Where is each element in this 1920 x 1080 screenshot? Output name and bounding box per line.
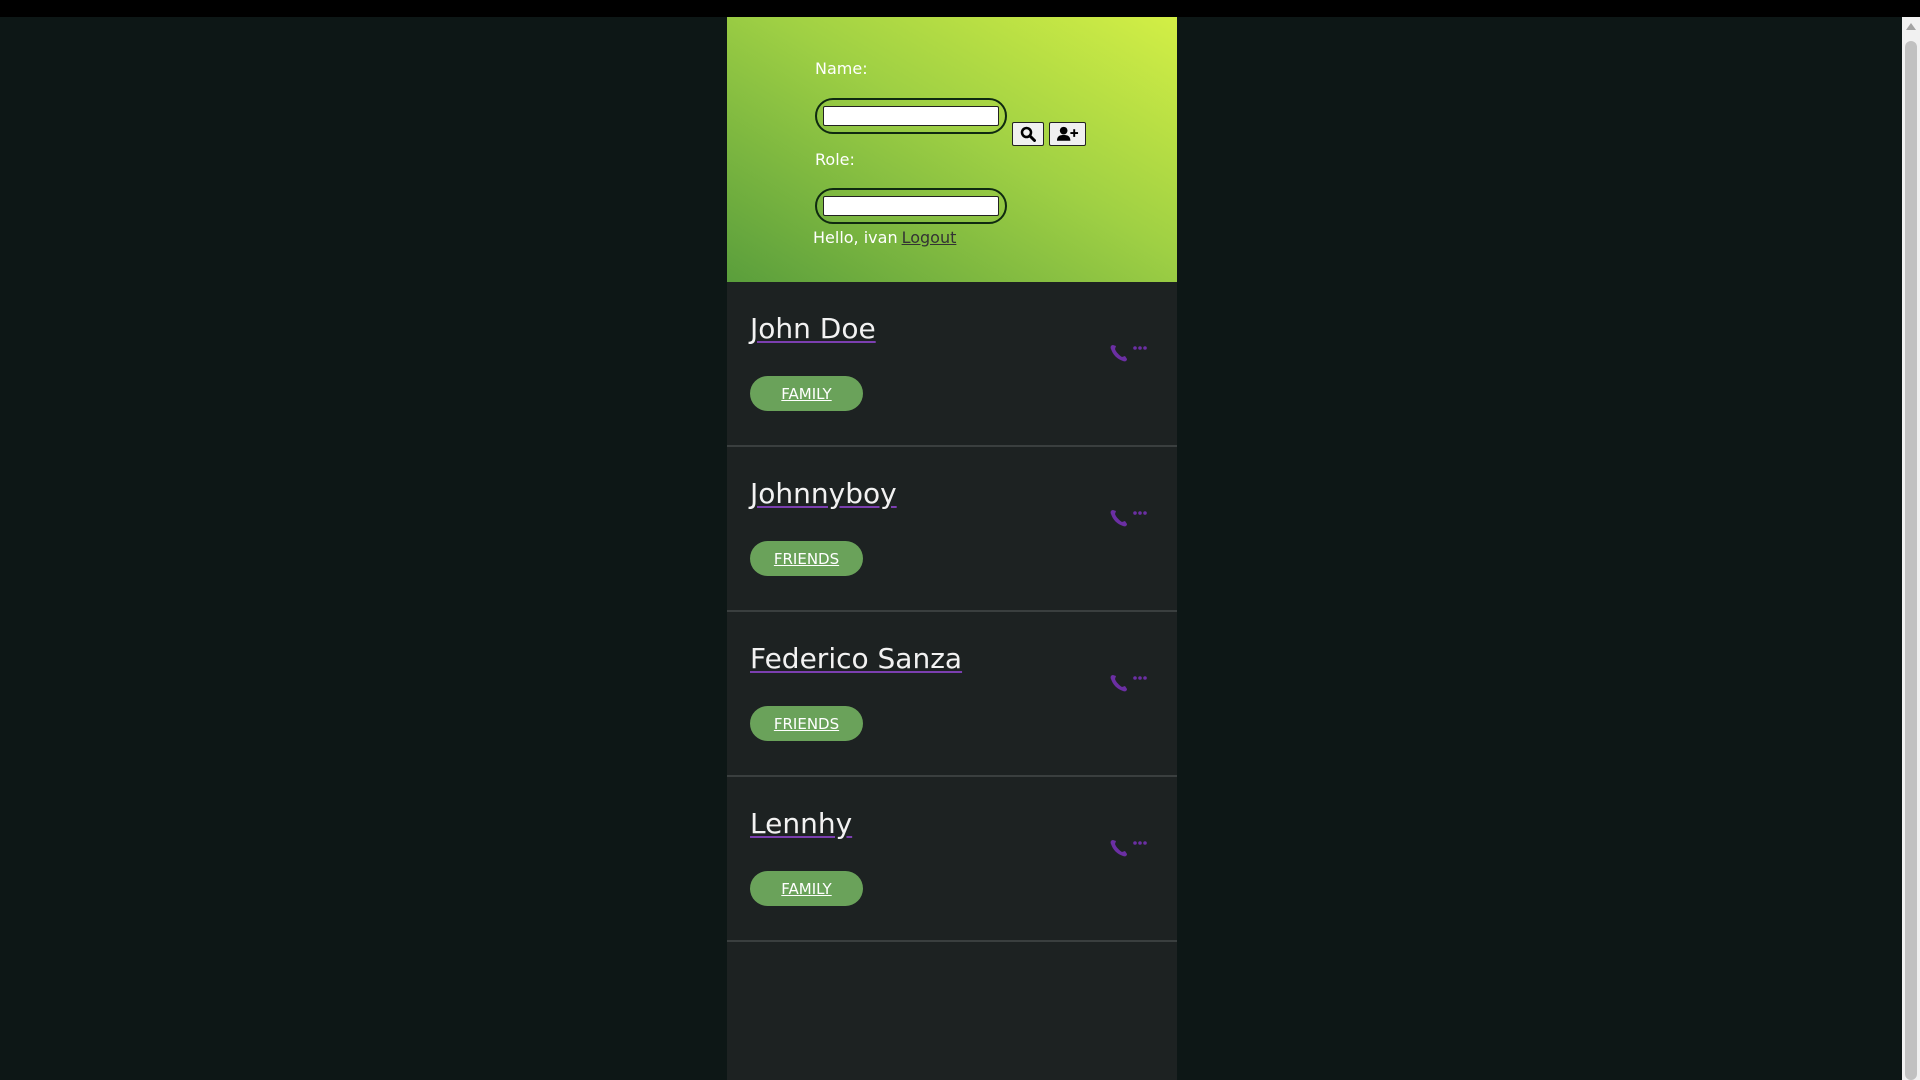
contact-tag[interactable]: FAMILY xyxy=(750,871,863,906)
scrollbar-thumb[interactable] xyxy=(1905,41,1917,1080)
page-scrollbar[interactable] xyxy=(1902,17,1920,1080)
contact-card: Federico Sanza FRIENDS xyxy=(727,612,1177,777)
phone-icon[interactable] xyxy=(1107,505,1153,529)
role-input[interactable] xyxy=(823,196,999,216)
contact-name-link[interactable]: Lennhy xyxy=(750,807,852,840)
user-greeting: Hello, ivan Logout xyxy=(813,228,956,247)
browser-top-bar xyxy=(0,0,1920,17)
phone-icon[interactable] xyxy=(1107,340,1153,364)
contact-name-link[interactable]: John Doe xyxy=(750,312,876,345)
contact-name-link[interactable]: Federico Sanza xyxy=(750,642,962,675)
name-label: Name: xyxy=(815,59,868,78)
contact-card: John Doe FAMILY xyxy=(727,282,1177,447)
contact-tag[interactable]: FRIENDS xyxy=(750,706,863,741)
add-contact-button[interactable] xyxy=(1049,122,1086,146)
contact-card: Johnnyboy FRIENDS xyxy=(727,447,1177,612)
phone-icon[interactable] xyxy=(1107,835,1153,859)
contact-tag[interactable]: FRIENDS xyxy=(750,541,863,576)
contacts-app: Name: Role: Hello, ivan Logout John Doe … xyxy=(727,17,1177,1080)
greeting-text: Hello, ivan xyxy=(813,228,898,247)
logout-link[interactable]: Logout xyxy=(902,228,957,247)
search-icon xyxy=(1020,126,1036,142)
name-input[interactable] xyxy=(823,106,999,126)
add-user-icon xyxy=(1056,126,1079,141)
contact-tag[interactable]: FAMILY xyxy=(750,376,863,411)
contact-card: Lennhy FAMILY xyxy=(727,777,1177,942)
role-label: Role: xyxy=(815,150,855,169)
search-button[interactable] xyxy=(1012,122,1044,146)
scroll-up-arrow-icon[interactable] xyxy=(1906,23,1916,30)
phone-icon[interactable] xyxy=(1107,670,1153,694)
role-field-wrapper xyxy=(815,188,1007,224)
contact-name-link[interactable]: Johnnyboy xyxy=(750,477,897,510)
search-header: Name: Role: Hello, ivan Logout xyxy=(727,17,1177,282)
name-field-wrapper xyxy=(815,98,1007,134)
